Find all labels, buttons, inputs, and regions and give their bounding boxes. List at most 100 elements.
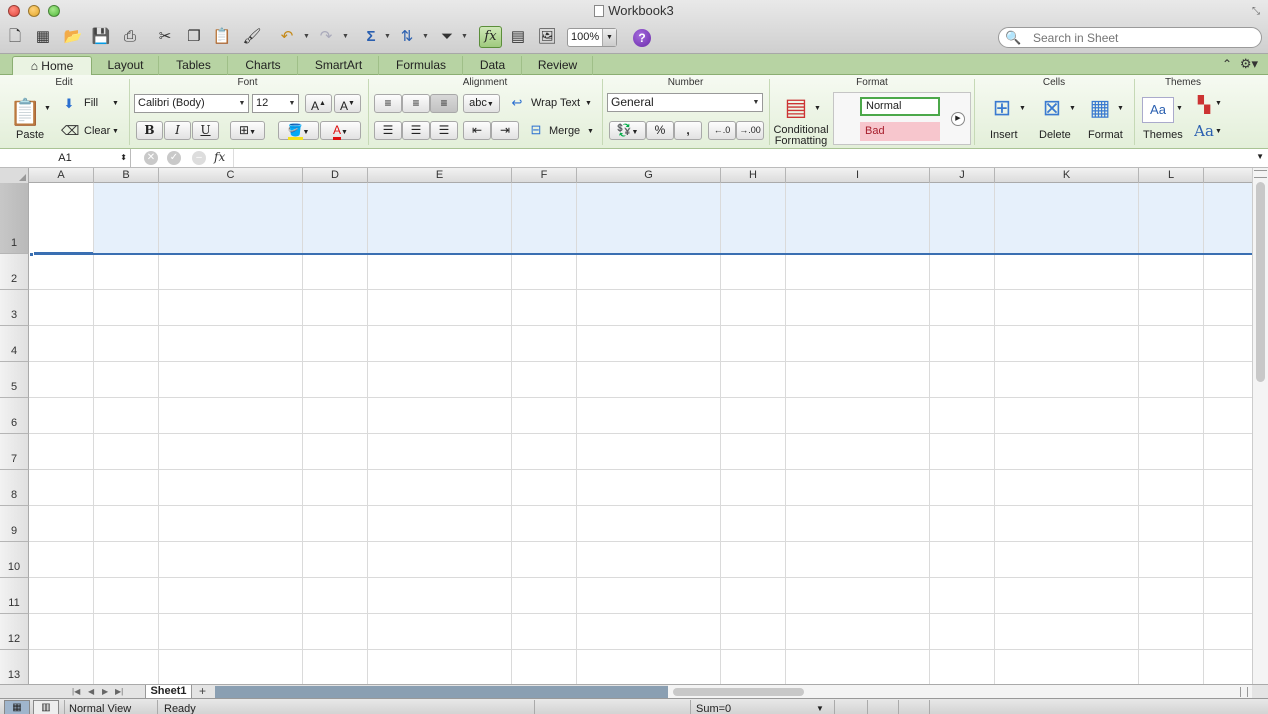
align-bottom-button[interactable]: ≡ bbox=[430, 94, 458, 113]
column-header-c[interactable]: C bbox=[159, 168, 303, 183]
name-box[interactable]: A1 ⬍ bbox=[0, 149, 131, 167]
row-header-6[interactable]: 6 bbox=[0, 398, 29, 434]
insert-button[interactable]: Insert bbox=[990, 129, 1018, 141]
cut-icon[interactable]: ✂ bbox=[153, 26, 177, 48]
format-dropdown-icon[interactable]: ▼ bbox=[1117, 105, 1124, 112]
save-icon[interactable]: 💾 bbox=[89, 26, 113, 48]
styles-next-icon[interactable]: ▶ bbox=[951, 112, 965, 126]
font-name-select[interactable]: Calibri (Body) ▼ bbox=[134, 94, 249, 113]
insert-dropdown-icon[interactable]: ▼ bbox=[1019, 105, 1026, 112]
format-button[interactable]: Format bbox=[1088, 129, 1123, 141]
conditional-formatting-icon[interactable]: ▤ bbox=[780, 93, 812, 122]
template-gallery-icon[interactable]: ▦ bbox=[31, 26, 55, 48]
column-header-f[interactable]: F bbox=[512, 168, 577, 183]
zoom-select[interactable]: 100% ▼ bbox=[567, 28, 617, 47]
column-header-a[interactable]: A bbox=[29, 168, 94, 183]
merge-icon[interactable]: ⊟ bbox=[526, 122, 546, 138]
paste-icon[interactable]: 📋 bbox=[9, 97, 41, 128]
style-normal-button[interactable]: Normal bbox=[860, 97, 940, 116]
undo-dropdown-icon[interactable]: ▼ bbox=[303, 33, 310, 40]
align-top-button[interactable]: ≡ bbox=[374, 94, 402, 113]
merge-dropdown-icon[interactable]: ▼ bbox=[587, 128, 594, 135]
column-header-d[interactable]: D bbox=[303, 168, 368, 183]
wrap-text-icon[interactable]: ↩ bbox=[507, 95, 527, 111]
font-size-select[interactable]: 12 ▼ bbox=[252, 94, 299, 113]
tab-home[interactable]: ⌂ Home bbox=[12, 56, 92, 75]
add-sheet-button[interactable]: + bbox=[199, 685, 206, 698]
active-cell-a1[interactable] bbox=[29, 183, 94, 254]
formula-builder-button[interactable]: fx bbox=[479, 26, 502, 48]
column-header-g[interactable]: G bbox=[577, 168, 721, 183]
tab-smartart[interactable]: SmartArt bbox=[299, 56, 379, 75]
tab-data[interactable]: Data bbox=[464, 56, 522, 75]
page-layout-view-button[interactable]: ▥ bbox=[33, 700, 59, 714]
font-color-button[interactable]: A▼ bbox=[320, 121, 361, 140]
column-header-b[interactable]: B bbox=[94, 168, 159, 183]
clear-button[interactable]: Clear bbox=[84, 125, 110, 137]
italic-button[interactable]: I bbox=[164, 121, 191, 140]
fill-color-button[interactable]: 🪣▼ bbox=[278, 121, 319, 140]
delete-dropdown-icon[interactable]: ▼ bbox=[1069, 105, 1076, 112]
first-sheet-icon[interactable]: |◀ bbox=[72, 685, 80, 698]
borders-button[interactable]: ⊞▼ bbox=[230, 121, 265, 140]
row-header-7[interactable]: 7 bbox=[0, 434, 29, 470]
conditional-formatting-dropdown-icon[interactable]: ▼ bbox=[814, 105, 821, 112]
ribbon-settings-gear-icon[interactable]: ⚙▾ bbox=[1240, 56, 1258, 72]
formula-input[interactable] bbox=[233, 149, 1253, 167]
tab-tables[interactable]: Tables bbox=[160, 56, 228, 75]
media-browser-icon[interactable]: 🖼 bbox=[535, 26, 559, 48]
column-header-h[interactable]: H bbox=[721, 168, 786, 183]
bold-button[interactable]: B bbox=[136, 121, 163, 140]
sum-label[interactable]: Sum=0 bbox=[696, 702, 731, 714]
increase-indent-button[interactable]: ⇥ bbox=[491, 121, 519, 140]
show-hide-toolbox-icon[interactable]: ▤ bbox=[506, 26, 530, 48]
copy-icon[interactable]: ❐ bbox=[182, 26, 206, 48]
wrap-text-dropdown-icon[interactable]: ▼ bbox=[585, 100, 592, 107]
column-header-l[interactable]: L bbox=[1139, 168, 1204, 183]
tab-formulas[interactable]: Formulas bbox=[380, 56, 463, 75]
align-center-button[interactable]: ☰ bbox=[402, 121, 430, 140]
paste-button-label[interactable]: Paste bbox=[16, 129, 44, 141]
redo-dropdown-icon[interactable]: ▼ bbox=[342, 33, 349, 40]
undo-icon[interactable]: ↶ bbox=[275, 26, 299, 48]
column-header-j[interactable]: J bbox=[930, 168, 995, 183]
search-input[interactable] bbox=[1033, 30, 1253, 45]
row-header-12[interactable]: 12 bbox=[0, 614, 29, 650]
font-name-dropdown-icon[interactable]: ▼ bbox=[236, 95, 248, 112]
search-icon[interactable]: 🔍 bbox=[1005, 30, 1021, 46]
percent-style-button[interactable]: % bbox=[646, 121, 674, 140]
zoom-dropdown-icon[interactable]: ▼ bbox=[602, 29, 616, 46]
conditional-formatting-label-2[interactable]: Formatting bbox=[773, 135, 829, 147]
spreadsheet-grid[interactable]: ABCDEFGHIJKL 1 2 3 4 5 6 7 8 9 10 11 12 13 bbox=[0, 168, 1252, 684]
theme-fonts-dropdown-icon[interactable]: ▼ bbox=[1215, 128, 1222, 135]
paste-toolbar-icon[interactable]: 📋 bbox=[210, 26, 234, 48]
autosum-dropdown-icon[interactable]: ▼ bbox=[384, 33, 391, 40]
comma-style-button[interactable]: , bbox=[674, 121, 702, 140]
delete-cells-icon[interactable]: ⊠ bbox=[1037, 95, 1067, 121]
name-box-stepper-icon[interactable]: ⬍ bbox=[120, 149, 127, 167]
decrease-indent-button[interactable]: ⇤ bbox=[463, 121, 491, 140]
horizontal-scrollbar[interactable] bbox=[668, 685, 1252, 699]
number-format-select[interactable]: General ▼ bbox=[607, 93, 763, 112]
sheet-tab-sheet1[interactable]: Sheet1 bbox=[145, 685, 192, 699]
theme-colors-dropdown-icon[interactable]: ▼ bbox=[1215, 100, 1222, 107]
clear-dropdown-icon[interactable]: ▼ bbox=[112, 128, 119, 135]
vertical-scroll-thumb[interactable] bbox=[1256, 182, 1265, 382]
cancel-entry-icon[interactable]: ✕ bbox=[144, 151, 158, 165]
paste-dropdown-icon[interactable]: ▼ bbox=[44, 105, 51, 112]
fill-button[interactable]: Fill bbox=[84, 97, 98, 109]
number-format-dropdown-icon[interactable]: ▼ bbox=[750, 94, 762, 111]
vertical-scrollbar[interactable] bbox=[1252, 168, 1268, 684]
insert-cells-icon[interactable]: ⊞ bbox=[987, 95, 1017, 121]
row-header-1[interactable]: 1 bbox=[0, 183, 29, 254]
row-header-2[interactable]: 2 bbox=[0, 254, 29, 290]
theme-colors-icon[interactable]: ▚ bbox=[1193, 95, 1215, 115]
themes-dropdown-icon[interactable]: ▼ bbox=[1176, 105, 1183, 112]
fill-dropdown-icon[interactable]: ▼ bbox=[112, 100, 119, 107]
next-sheet-icon[interactable]: ▶ bbox=[102, 685, 108, 698]
horizontal-scroll-thumb[interactable] bbox=[673, 688, 804, 696]
format-cells-icon[interactable]: ▦ bbox=[1085, 95, 1115, 121]
insert-function-icon[interactable]: – bbox=[192, 151, 206, 165]
confirm-entry-icon[interactable]: ✓ bbox=[167, 151, 181, 165]
tab-review[interactable]: Review bbox=[523, 56, 593, 75]
